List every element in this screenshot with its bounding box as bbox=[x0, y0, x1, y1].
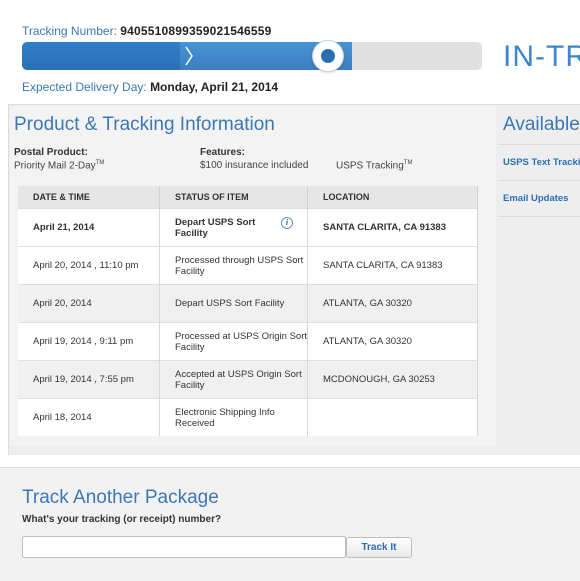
tracking-number-value: 9405510899359021546559 bbox=[120, 24, 272, 38]
row-date: April 19, 2014 , 7:55 pm bbox=[18, 360, 160, 399]
tracking-input-label: What's your tracking (or receipt) number… bbox=[22, 514, 222, 525]
product-tracking-title: Product & Tracking Information bbox=[14, 114, 275, 135]
progress-current-marker bbox=[313, 41, 343, 71]
postal-product-value: Priority Mail 2-DayTM bbox=[14, 160, 104, 171]
progress-segment-delivered bbox=[352, 42, 482, 70]
row-status: Accepted at USPS Origin Sort Facility bbox=[159, 360, 308, 399]
trademark-mark: TM bbox=[403, 160, 413, 166]
features-label: Features: bbox=[200, 147, 246, 158]
shipment-status-heading: IN-TRA bbox=[503, 40, 580, 73]
feature-insurance: $100 insurance included bbox=[200, 160, 309, 171]
row-location: MCDONOUGH, GA 30253 bbox=[307, 360, 478, 399]
row-location: SANTA CLARITA, CA 91383 bbox=[307, 208, 478, 247]
table-row: April 19, 2014 , 9:11 pm Processed at US… bbox=[18, 322, 478, 361]
tracking-number-row: Tracking Number: 9405510899359021546559 bbox=[22, 24, 272, 38]
progress-segment-accepted bbox=[22, 42, 182, 70]
feature-tracking-text: USPS Tracking bbox=[336, 160, 404, 172]
row-status-text: Depart USPS Sort Facility bbox=[175, 216, 256, 239]
column-header-location: LOCATION bbox=[307, 186, 478, 209]
row-date: April 20, 2014 bbox=[18, 284, 160, 323]
tracking-number-input[interactable] bbox=[22, 536, 346, 558]
expected-delivery-label: Expected Delivery Day: bbox=[22, 80, 147, 94]
row-status: i Depart USPS Sort Facility bbox=[159, 208, 308, 247]
expected-delivery-value: Monday, April 21, 2014 bbox=[150, 80, 279, 94]
section-gap bbox=[0, 455, 580, 467]
tracking-history-table: DATE & TIME STATUS OF ITEM LOCATION Apri… bbox=[18, 186, 478, 436]
row-status: Processed through USPS Sort Facility bbox=[159, 246, 308, 285]
row-location: ATLANTA, GA 30320 bbox=[307, 322, 478, 361]
row-status: Depart USPS Sort Facility bbox=[159, 284, 308, 323]
row-date: April 20, 2014 , 11:10 pm bbox=[18, 246, 160, 285]
postal-product-label: Postal Product: bbox=[14, 147, 88, 158]
track-another-title: Track Another Package bbox=[22, 487, 219, 508]
table-header-row: DATE & TIME STATUS OF ITEM LOCATION bbox=[18, 186, 478, 209]
row-status: Processed at USPS Origin Sort Facility bbox=[159, 322, 308, 361]
row-date: April 21, 2014 bbox=[18, 208, 160, 247]
available-actions-title: Available bbox=[503, 114, 580, 135]
table-row: April 18, 2014 Electronic Shipping Info … bbox=[18, 398, 478, 436]
tracking-header: Tracking Number: 9405510899359021546559 … bbox=[0, 0, 580, 102]
row-date: April 19, 2014 , 9:11 pm bbox=[18, 322, 160, 361]
sidebar-divider bbox=[498, 180, 580, 181]
table-row: April 20, 2014 Depart USPS Sort Facility… bbox=[18, 284, 478, 323]
trademark-mark: TM bbox=[95, 160, 105, 166]
feature-tracking: USPS TrackingTM bbox=[336, 160, 412, 171]
row-date: April 18, 2014 bbox=[18, 398, 160, 436]
progress-chevron-icon bbox=[185, 46, 193, 66]
delivery-progress-bar bbox=[22, 41, 482, 71]
usps-text-tracking-link[interactable]: USPS Text Tracking bbox=[503, 157, 580, 168]
email-updates-link[interactable]: Email Updates bbox=[503, 193, 568, 204]
table-row: April 19, 2014 , 7:55 pm Accepted at USP… bbox=[18, 360, 478, 399]
row-status: Electronic Shipping Info Received bbox=[159, 398, 308, 436]
expected-delivery-row: Expected Delivery Day: Monday, April 21,… bbox=[22, 80, 278, 94]
tracking-number-label: Tracking Number: bbox=[22, 24, 117, 38]
sidebar-divider bbox=[498, 216, 580, 217]
row-location: SANTA CLARITA, CA 91383 bbox=[307, 246, 478, 285]
column-header-status: STATUS OF ITEM bbox=[159, 186, 308, 209]
column-header-date: DATE & TIME bbox=[18, 186, 160, 209]
table-row: April 20, 2014 , 11:10 pm Processed thro… bbox=[18, 246, 478, 285]
table-row: April 21, 2014 i Depart USPS Sort Facilit… bbox=[18, 208, 478, 247]
row-location bbox=[307, 398, 478, 436]
info-icon[interactable]: i bbox=[281, 216, 293, 229]
track-it-button[interactable]: Track It bbox=[346, 537, 412, 558]
row-location: ATLANTA, GA 30320 bbox=[307, 284, 478, 323]
sidebar-divider bbox=[498, 144, 580, 145]
postal-product-text: Priority Mail 2-Day bbox=[14, 160, 96, 172]
